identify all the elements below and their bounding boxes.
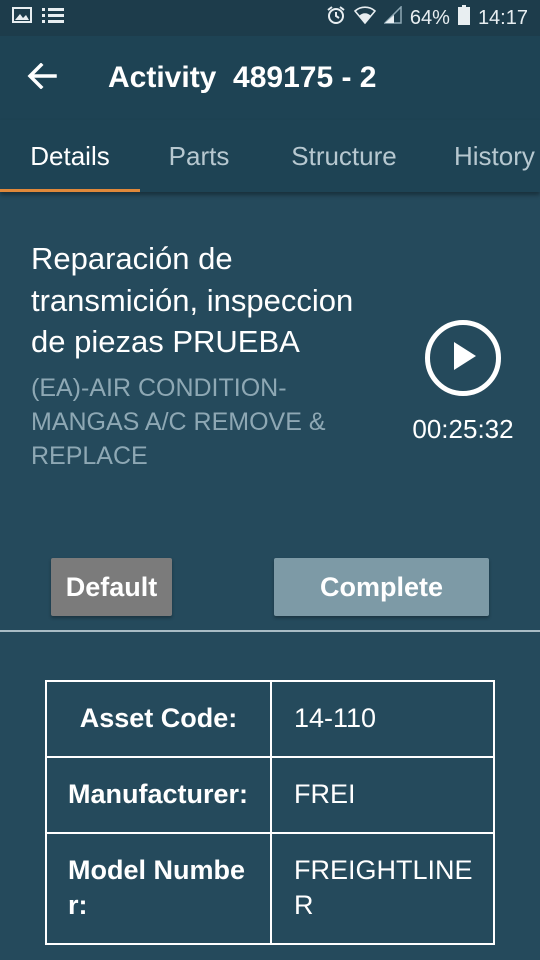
tab-history[interactable]: History	[430, 120, 540, 192]
model-number-label: Model Number:	[45, 832, 272, 945]
default-button[interactable]: Default	[51, 558, 172, 616]
image-icon	[12, 6, 32, 30]
complete-button[interactable]: Complete	[274, 558, 489, 616]
timer: 00:25:32	[400, 320, 526, 445]
asset-code-value: 14-110	[270, 680, 495, 758]
activity-title: Reparación de transmición, inspeccion de…	[31, 241, 354, 359]
signal-icon	[383, 5, 402, 30]
arrow-left-icon	[27, 62, 57, 94]
tab-structure[interactable]: Structure	[258, 120, 430, 192]
play-button[interactable]	[425, 320, 501, 396]
elapsed-time: 00:25:32	[412, 414, 514, 444]
wifi-icon	[353, 5, 377, 31]
app-bar: Activity 489175 - 2	[0, 36, 540, 120]
activity-code: (EA)-AIR CONDITION-MANGAS A/C REMOVE & R…	[31, 373, 326, 470]
table-row: Model Number: FREIGHTLINER	[45, 832, 495, 945]
page-title: Activity 489175 - 2	[108, 61, 377, 94]
divider	[0, 630, 540, 632]
details-table: Asset Code: 14-110 Manufacturer: FREI Mo…	[45, 680, 495, 945]
alarm-icon	[326, 5, 346, 31]
battery-icon	[457, 5, 470, 31]
asset-code-label: Asset Code:	[45, 680, 272, 758]
table-row: Asset Code: 14-110	[45, 680, 495, 758]
tab-parts[interactable]: Parts	[140, 120, 258, 192]
tab-indicator	[0, 189, 140, 192]
status-bar-right: 64% 14:17	[326, 5, 528, 31]
activity-info: Reparación de transmición, inspeccion de…	[31, 238, 391, 473]
tab-details[interactable]: Details	[0, 120, 140, 192]
model-number-value: FREIGHTLINER	[270, 832, 495, 945]
back-button[interactable]	[12, 48, 72, 108]
battery-percent: 64%	[409, 6, 450, 29]
table-row: Manufacturer: FREI	[45, 756, 495, 834]
status-bar: 64% 14:17	[0, 0, 540, 36]
play-icon	[448, 339, 478, 378]
tab-bar: Details Parts Structure History	[0, 120, 540, 192]
status-bar-left	[12, 6, 64, 30]
list-icon	[42, 6, 64, 30]
manufacturer-value: FREI	[270, 756, 495, 834]
clock-time: 14:17	[477, 6, 528, 29]
manufacturer-label: Manufacturer:	[45, 756, 272, 834]
